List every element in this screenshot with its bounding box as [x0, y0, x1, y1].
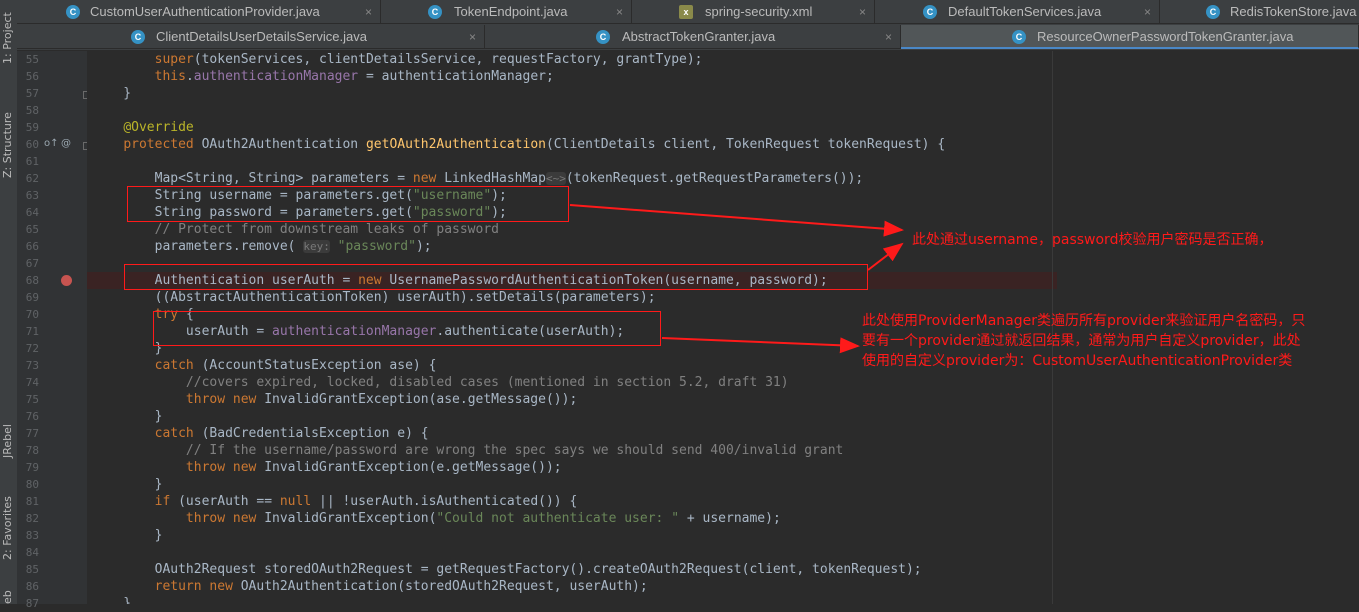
annotation-note-password-check: 此处通过username，password校验用户密码是否正确，: [912, 232, 1273, 248]
annotation-note-provider-manager: 此处使用ProviderManager类遍历所有provider来验证用户名密码…: [862, 311, 1305, 371]
note-line: 要有一个provider通过就返回结果，通常为用户自定义provider，此处: [862, 333, 1301, 349]
annotation-arrows: [569, 204, 904, 354]
arrow-credentials: [569, 204, 904, 237]
note-line: 使用的自定义provider为：CustomUserAuthentication…: [862, 353, 1293, 369]
arrow-authenticate: [661, 337, 860, 354]
note-line: 此处使用ProviderManager类遍历所有provider来验证用户名密码…: [862, 313, 1306, 329]
arrow-auth-token: [867, 242, 904, 271]
